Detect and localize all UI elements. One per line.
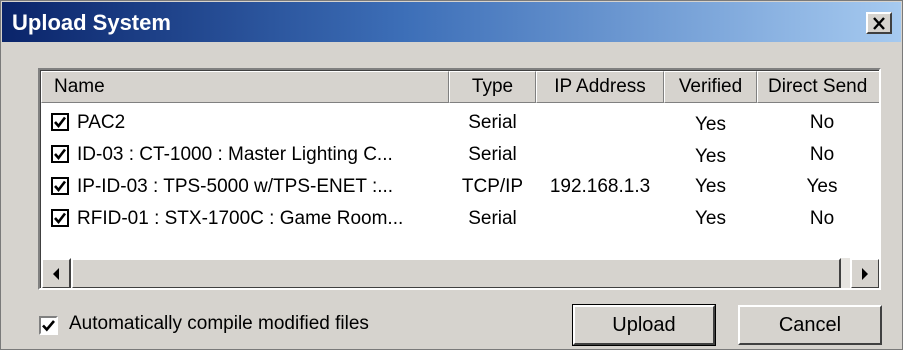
close-icon: [873, 16, 885, 30]
scroll-right-button[interactable]: [850, 258, 879, 288]
arrow-right-icon: [862, 267, 868, 280]
row-direct-send: No: [809, 208, 835, 229]
close-button[interactable]: [866, 12, 892, 34]
row-type: Serial: [468, 208, 517, 229]
row-verified: Yes: [695, 208, 726, 229]
column-header-verified[interactable]: Verified: [664, 71, 757, 103]
systems-list[interactable]: Name Type IP Address Verified Direct Sen…: [38, 68, 881, 290]
auto-compile-checkbox[interactable]: [39, 316, 58, 335]
row-direct-send: Yes: [806, 176, 838, 197]
row-name: RFID-01 : STX-1700C : Game Room...: [77, 208, 404, 229]
column-header-type[interactable]: Type: [449, 71, 536, 103]
list-row[interactable]: IP-ID-03 : TPS-5000 w/TPS-ENET :... TCP/…: [41, 171, 879, 203]
row-ip: 192.168.1.3: [549, 176, 651, 197]
arrow-left-icon: [53, 267, 59, 280]
column-header-name[interactable]: Name: [41, 71, 449, 103]
column-header-ip-address[interactable]: IP Address: [536, 71, 664, 103]
checkmark-icon: [54, 212, 67, 225]
column-header-direct-send[interactable]: Direct Send: [757, 71, 879, 103]
upload-button[interactable]: Upload: [572, 304, 716, 346]
row-verified: Yes: [695, 176, 726, 197]
row-type: TCP/IP: [461, 176, 524, 197]
row-ip: [536, 203, 664, 235]
list-header: Name Type IP Address Verified Direct Sen…: [41, 71, 879, 103]
row-checkbox[interactable]: [51, 113, 69, 131]
row-direct-send: No: [809, 112, 835, 133]
row-verified: Yes: [695, 114, 726, 135]
scroll-left-button[interactable]: [41, 258, 71, 288]
row-ip: [536, 107, 664, 139]
row-checkbox[interactable]: [51, 177, 69, 195]
upload-system-dialog: Upload System Name Type IP Address Verif…: [0, 0, 903, 350]
row-name: PAC2: [77, 112, 126, 133]
list-row[interactable]: ID-03 : CT-1000 : Master Lighting C... S…: [41, 139, 879, 171]
row-name: ID-03 : CT-1000 : Master Lighting C...: [77, 144, 393, 165]
checkmark-icon: [54, 180, 67, 193]
window-title: Upload System: [12, 10, 171, 35]
checkmark-icon: [54, 148, 67, 161]
checkmark-icon: [54, 116, 67, 129]
checkmark-icon: [42, 320, 55, 332]
list-row[interactable]: PAC2 Serial Yes No: [41, 107, 879, 139]
auto-compile-label[interactable]: Automatically compile modified files: [69, 313, 369, 335]
horizontal-scrollbar[interactable]: [41, 258, 879, 288]
cancel-button[interactable]: Cancel: [738, 305, 882, 345]
list-row[interactable]: RFID-01 : STX-1700C : Game Room... Seria…: [41, 203, 879, 235]
scroll-thumb[interactable]: [71, 258, 841, 288]
row-type: Serial: [468, 144, 517, 165]
title-bar[interactable]: Upload System: [2, 2, 901, 42]
row-name: IP-ID-03 : TPS-5000 w/TPS-ENET :...: [77, 176, 394, 197]
row-ip: [536, 139, 664, 171]
row-verified: Yes: [695, 146, 726, 167]
row-direct-send: No: [809, 144, 835, 165]
row-checkbox[interactable]: [51, 209, 69, 227]
row-checkbox[interactable]: [51, 145, 69, 163]
row-type: Serial: [468, 112, 517, 133]
